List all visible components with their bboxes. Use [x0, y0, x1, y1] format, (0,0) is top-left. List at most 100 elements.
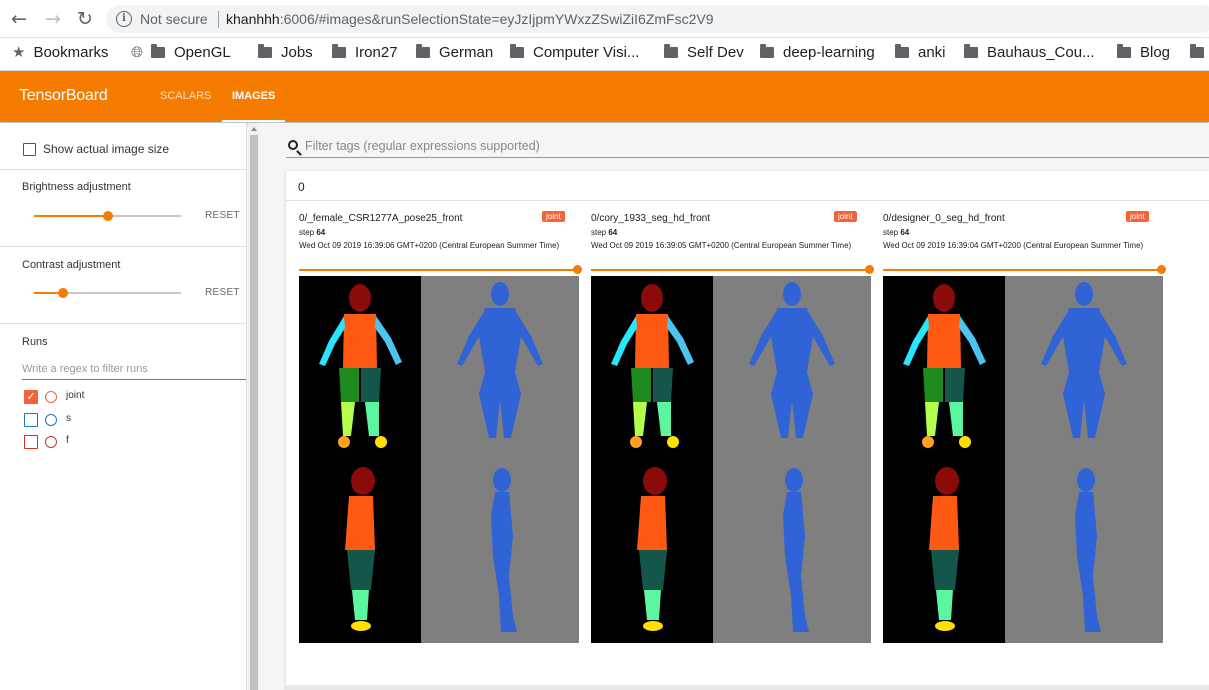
- run-radio-s[interactable]: [45, 414, 57, 426]
- brightness-slider[interactable]: [34, 211, 181, 221]
- bookmarks-menu[interactable]: ★ Bookmarks: [12, 38, 108, 70]
- mesh-body-front: [1063, 308, 1105, 438]
- run-radio-joint[interactable]: [45, 391, 57, 403]
- head-segment: [641, 284, 663, 312]
- bookmark-bauhaus[interactable]: Bauhaus_Cou...: [964, 38, 1095, 70]
- step-knob[interactable]: [1157, 265, 1166, 274]
- scroll-thumb[interactable]: [250, 135, 258, 690]
- forward-icon[interactable]: →: [42, 8, 64, 30]
- hip-side-segment: [639, 550, 667, 590]
- folder-icon: [664, 44, 678, 58]
- brightness-section: Brightness adjustment RESET: [0, 170, 247, 247]
- bookmark-label: Self Dev: [687, 44, 744, 61]
- security-label[interactable]: Not secure: [140, 11, 208, 27]
- left-thigh-segment: [339, 368, 359, 402]
- contrast-slider[interactable]: [34, 288, 181, 298]
- card-image: [591, 276, 871, 643]
- body-figures: [319, 282, 543, 632]
- card-timestamp: Wed Oct 09 2019 16:39:05 GMT+0200 (Centr…: [591, 241, 852, 250]
- bookmark-german[interactable]: German: [416, 38, 494, 70]
- bookmark-self-dev[interactable]: Self Dev: [664, 38, 744, 70]
- show-size-section: Show actual image size: [0, 123, 247, 170]
- right-thigh-segment: [945, 368, 965, 402]
- step-slider[interactable]: [591, 265, 874, 274]
- card-step: step 64: [299, 228, 325, 237]
- run-badge: joint: [542, 211, 565, 222]
- folder-icon: [1190, 44, 1204, 58]
- bookmark-opengl[interactable]: 🌐︎ OpenGL: [131, 38, 231, 70]
- brightness-knob[interactable]: [102, 211, 113, 221]
- run-checkbox-f[interactable]: [24, 435, 38, 449]
- head-segment: [933, 284, 955, 312]
- torso-segment: [635, 314, 669, 368]
- bookmark-anki[interactable]: anki: [895, 38, 946, 70]
- step-value: 64: [316, 228, 326, 237]
- left-foot-segment: [922, 436, 934, 448]
- bookmark-blog[interactable]: Blog: [1117, 38, 1170, 70]
- run-radio-f[interactable]: [45, 436, 57, 448]
- contrast-knob[interactable]: [58, 288, 69, 298]
- url-divider: [218, 11, 219, 28]
- bookmark-overflow[interactable]: [1190, 38, 1209, 70]
- tab-scalars[interactable]: SCALARS: [150, 71, 221, 122]
- show-size-checkbox[interactable]: [23, 143, 36, 156]
- mesh-head-side: [785, 468, 803, 492]
- right-arm-segment: [667, 316, 694, 365]
- left-thigh-segment: [923, 368, 943, 402]
- mesh-head-side: [493, 468, 511, 492]
- right-thigh-segment: [653, 368, 673, 402]
- image-card: 0/cory_1933_seg_hd_front joint step 64 W…: [578, 211, 874, 643]
- run-name: joint: [66, 390, 85, 401]
- bookmark-deep-learning[interactable]: deep-learning: [760, 38, 875, 70]
- run-checkbox-s[interactable]: [24, 413, 38, 427]
- card-tag: 0/cory_1933_seg_hd_front: [591, 213, 710, 224]
- hip-side-segment: [931, 550, 959, 590]
- torso-segment: [343, 314, 377, 368]
- tag-group-header[interactable]: 0: [286, 171, 1209, 201]
- brightness-label: Brightness adjustment: [22, 181, 131, 193]
- brightness-reset-button[interactable]: RESET: [205, 210, 240, 221]
- folder-icon: [258, 44, 272, 58]
- runs-regex-input[interactable]: [22, 358, 246, 380]
- right-shin-segment: [657, 402, 671, 436]
- step-slider[interactable]: [299, 265, 582, 274]
- mesh-head: [491, 282, 509, 306]
- folder-icon: [1117, 44, 1131, 58]
- info-icon[interactable]: i: [116, 11, 132, 27]
- search-icon: [288, 140, 298, 150]
- scroll-up-icon[interactable]: [251, 127, 257, 131]
- bookmark-computer-vision[interactable]: Computer Visi...: [510, 38, 639, 70]
- step-value: 64: [900, 228, 910, 237]
- show-size-label[interactable]: Show actual image size: [43, 142, 169, 156]
- main-panel: 0 0/_female_CSR1277A_pose25_front joint …: [260, 123, 1209, 690]
- bookmark-label: German: [439, 44, 494, 61]
- left-shin-segment: [633, 402, 647, 436]
- contrast-reset-button[interactable]: RESET: [205, 287, 240, 298]
- left-arm-segment: [611, 316, 637, 366]
- run-checkbox-joint[interactable]: ✓: [24, 390, 38, 404]
- left-arm-segment: [903, 316, 929, 366]
- head-side-segment: [643, 467, 667, 495]
- reload-icon[interactable]: ↻: [74, 8, 96, 30]
- torso-segment: [927, 314, 961, 368]
- bookmark-label: deep-learning: [783, 44, 875, 61]
- tab-images[interactable]: IMAGES: [222, 71, 286, 122]
- address-bar[interactable]: i Not secure khanhhh:6006/#images&runSel…: [106, 5, 1209, 33]
- back-icon[interactable]: ←: [8, 8, 30, 30]
- tag-filter-input[interactable]: [305, 136, 1205, 156]
- url-text[interactable]: khanhhh:6006/#images&runSelectionState=e…: [226, 11, 714, 27]
- foot-side-segment: [351, 621, 371, 631]
- bookmark-iron27[interactable]: Iron27: [332, 38, 398, 70]
- body-figures: [903, 282, 1127, 632]
- step-slider[interactable]: [883, 265, 1166, 274]
- leg-side-segment: [352, 590, 369, 620]
- folder-icon: [895, 44, 909, 58]
- right-arm-segment: [959, 316, 986, 365]
- step-label: step: [299, 228, 315, 237]
- bookmark-jobs[interactable]: Jobs: [258, 38, 313, 70]
- mesh-head-side: [1077, 468, 1095, 492]
- torso-side-segment: [637, 496, 667, 550]
- sidebar-scrollbar[interactable]: [248, 123, 260, 690]
- url-path: :6006/#images&runSelectionState=eyJzIjpm…: [279, 11, 714, 27]
- card-tag: 0/_female_CSR1277A_pose25_front: [299, 213, 463, 224]
